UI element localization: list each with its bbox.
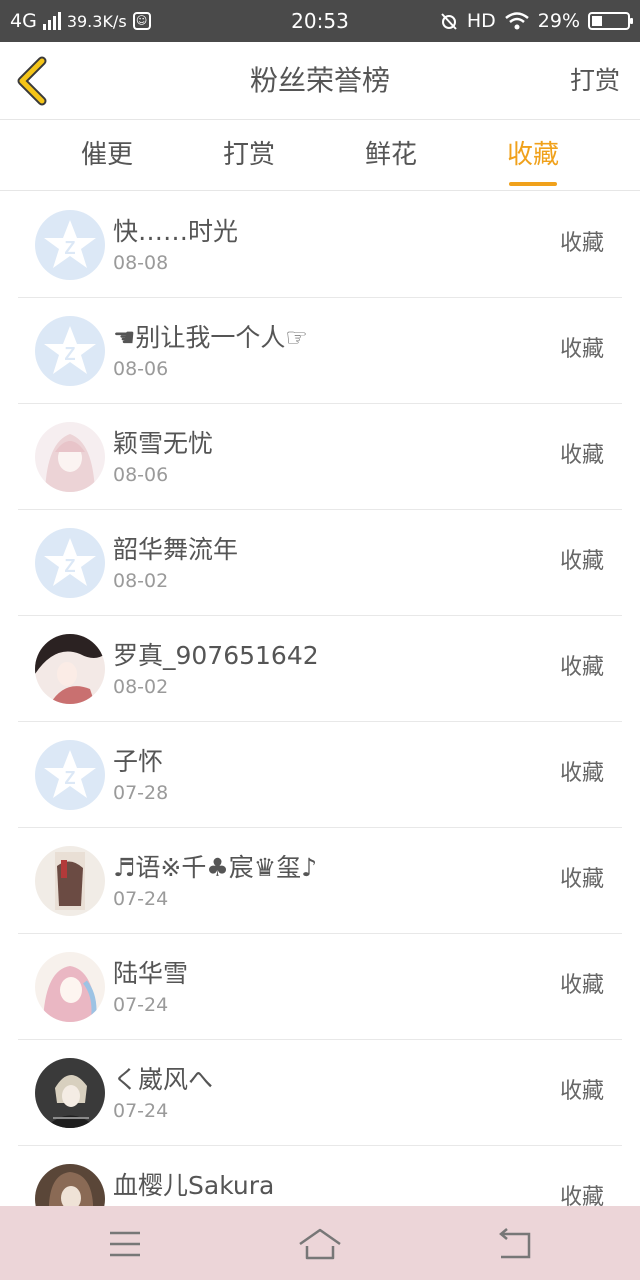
tab-label: 收藏: [506, 140, 559, 170]
user-avatar: [35, 422, 105, 492]
user-date: 08-02: [113, 570, 169, 592]
action-label: 收藏: [559, 1185, 604, 1206]
list-item[interactable]: 罗真_907651642 08-02 收藏: [18, 616, 622, 722]
tab-label: 鲜花: [364, 140, 417, 170]
user-name: 罗真_907651642: [113, 641, 319, 670]
action-label: 收藏: [559, 973, 604, 998]
default-avatar-icon: Z: [35, 316, 105, 386]
user-name: ♬语※千♣宸♛玺♪: [113, 853, 318, 882]
status-bar: 4G 39.3K/s ☺ 20:53 HD 29%: [0, 0, 640, 42]
user-name: 颖雪无忧: [113, 429, 214, 458]
action-label: 收藏: [559, 1079, 604, 1104]
svg-text:Z: Z: [65, 556, 76, 576]
app-header: 粉丝荣誉榜 打赏: [0, 42, 640, 120]
alarm-off-icon: [441, 13, 457, 30]
user-date: 08-02: [113, 676, 169, 698]
action-label: 收藏: [559, 443, 604, 468]
user-date: 07-28: [113, 782, 169, 804]
menu-button[interactable]: [95, 1224, 155, 1264]
home-icon: [299, 1228, 341, 1260]
svg-text:Z: Z: [65, 768, 76, 788]
hd-indicator: HD: [466, 10, 496, 32]
back-icon: [499, 1228, 531, 1259]
user-name: 陆华雪: [113, 959, 189, 988]
user-avatar: [35, 846, 105, 916]
tab-favorites[interactable]: 收藏: [462, 121, 604, 191]
battery-percent: 29%: [537, 10, 580, 32]
list-item[interactable]: ♬语※千♣宸♛玺♪ 07-24 收藏: [18, 828, 622, 934]
back-nav-button[interactable]: [485, 1224, 545, 1264]
wifi-icon: [504, 12, 529, 30]
home-button[interactable]: [290, 1224, 350, 1264]
battery-icon: [588, 12, 633, 30]
battery-fill: [592, 16, 602, 26]
user-date: 08-06: [113, 358, 169, 380]
user-date: 08-06: [113, 464, 169, 486]
list-item[interactable]: 血樱儿Sakura 收藏: [18, 1146, 622, 1206]
action-label: 收藏: [559, 337, 604, 362]
user-name: 韶华舞流年: [113, 535, 239, 564]
user-name: 快……时光: [113, 217, 239, 246]
user-avatar: [35, 952, 105, 1022]
default-avatar-icon: Z: [35, 210, 105, 280]
action-label: 收藏: [559, 549, 604, 574]
svg-text:Z: Z: [65, 344, 76, 364]
status-right: HD 29%: [439, 0, 633, 42]
action-label: 收藏: [559, 761, 604, 786]
user-avatar: [35, 1164, 105, 1206]
user-date: 08-08: [113, 252, 169, 274]
list-item[interactable]: 陆华雪 07-24 收藏: [18, 934, 622, 1040]
list-item[interactable]: Z 快……时光 08-08 收藏: [18, 192, 622, 298]
list-item[interactable]: 颖雪无忧 08-06 收藏: [18, 404, 622, 510]
user-name: 血樱儿Sakura: [113, 1171, 275, 1200]
default-avatar-icon: Z: [35, 740, 105, 810]
list-item[interactable]: Z 韶华舞流年 08-02 收藏: [18, 510, 622, 616]
svg-text:Z: Z: [65, 238, 76, 258]
fan-list: Z 快……时光 08-08 收藏 Z ☚别让我一个人☞ 08-06 收藏 颖雪无…: [0, 192, 640, 1206]
user-date: 07-24: [113, 1100, 169, 1122]
tab-label: 打赏: [222, 140, 275, 170]
tab-urge[interactable]: 催更: [36, 121, 178, 191]
user-name: ☚别让我一个人☞: [113, 323, 308, 352]
user-date: 07-24: [113, 994, 169, 1016]
user-name: く崴风へ: [113, 1065, 214, 1094]
action-label: 收藏: [559, 231, 604, 256]
active-tab-indicator: [509, 182, 557, 186]
tab-reward[interactable]: 打赏: [178, 121, 320, 191]
page-title: 粉丝荣誉榜: [249, 64, 390, 97]
action-label: 收藏: [559, 655, 604, 680]
reward-button[interactable]: 打赏: [570, 42, 620, 120]
tab-flowers[interactable]: 鲜花: [320, 121, 462, 191]
action-label: 收藏: [559, 867, 604, 892]
list-item[interactable]: く崴风へ 07-24 收藏: [18, 1040, 622, 1146]
list-item[interactable]: Z ☚别让我一个人☞ 08-06 收藏: [18, 298, 622, 404]
menu-icon: [110, 1231, 140, 1257]
user-avatar: [35, 1058, 105, 1128]
list-item[interactable]: Z 子怀 07-28 收藏: [18, 722, 622, 828]
tab-bar: 催更 打赏 鲜花 收藏: [0, 121, 640, 191]
user-date: 07-24: [113, 888, 169, 910]
tab-label: 催更: [80, 140, 133, 170]
system-nav-bar: [0, 1206, 640, 1280]
default-avatar-icon: Z: [35, 528, 105, 598]
user-name: 子怀: [113, 747, 164, 776]
user-avatar: [35, 634, 105, 704]
